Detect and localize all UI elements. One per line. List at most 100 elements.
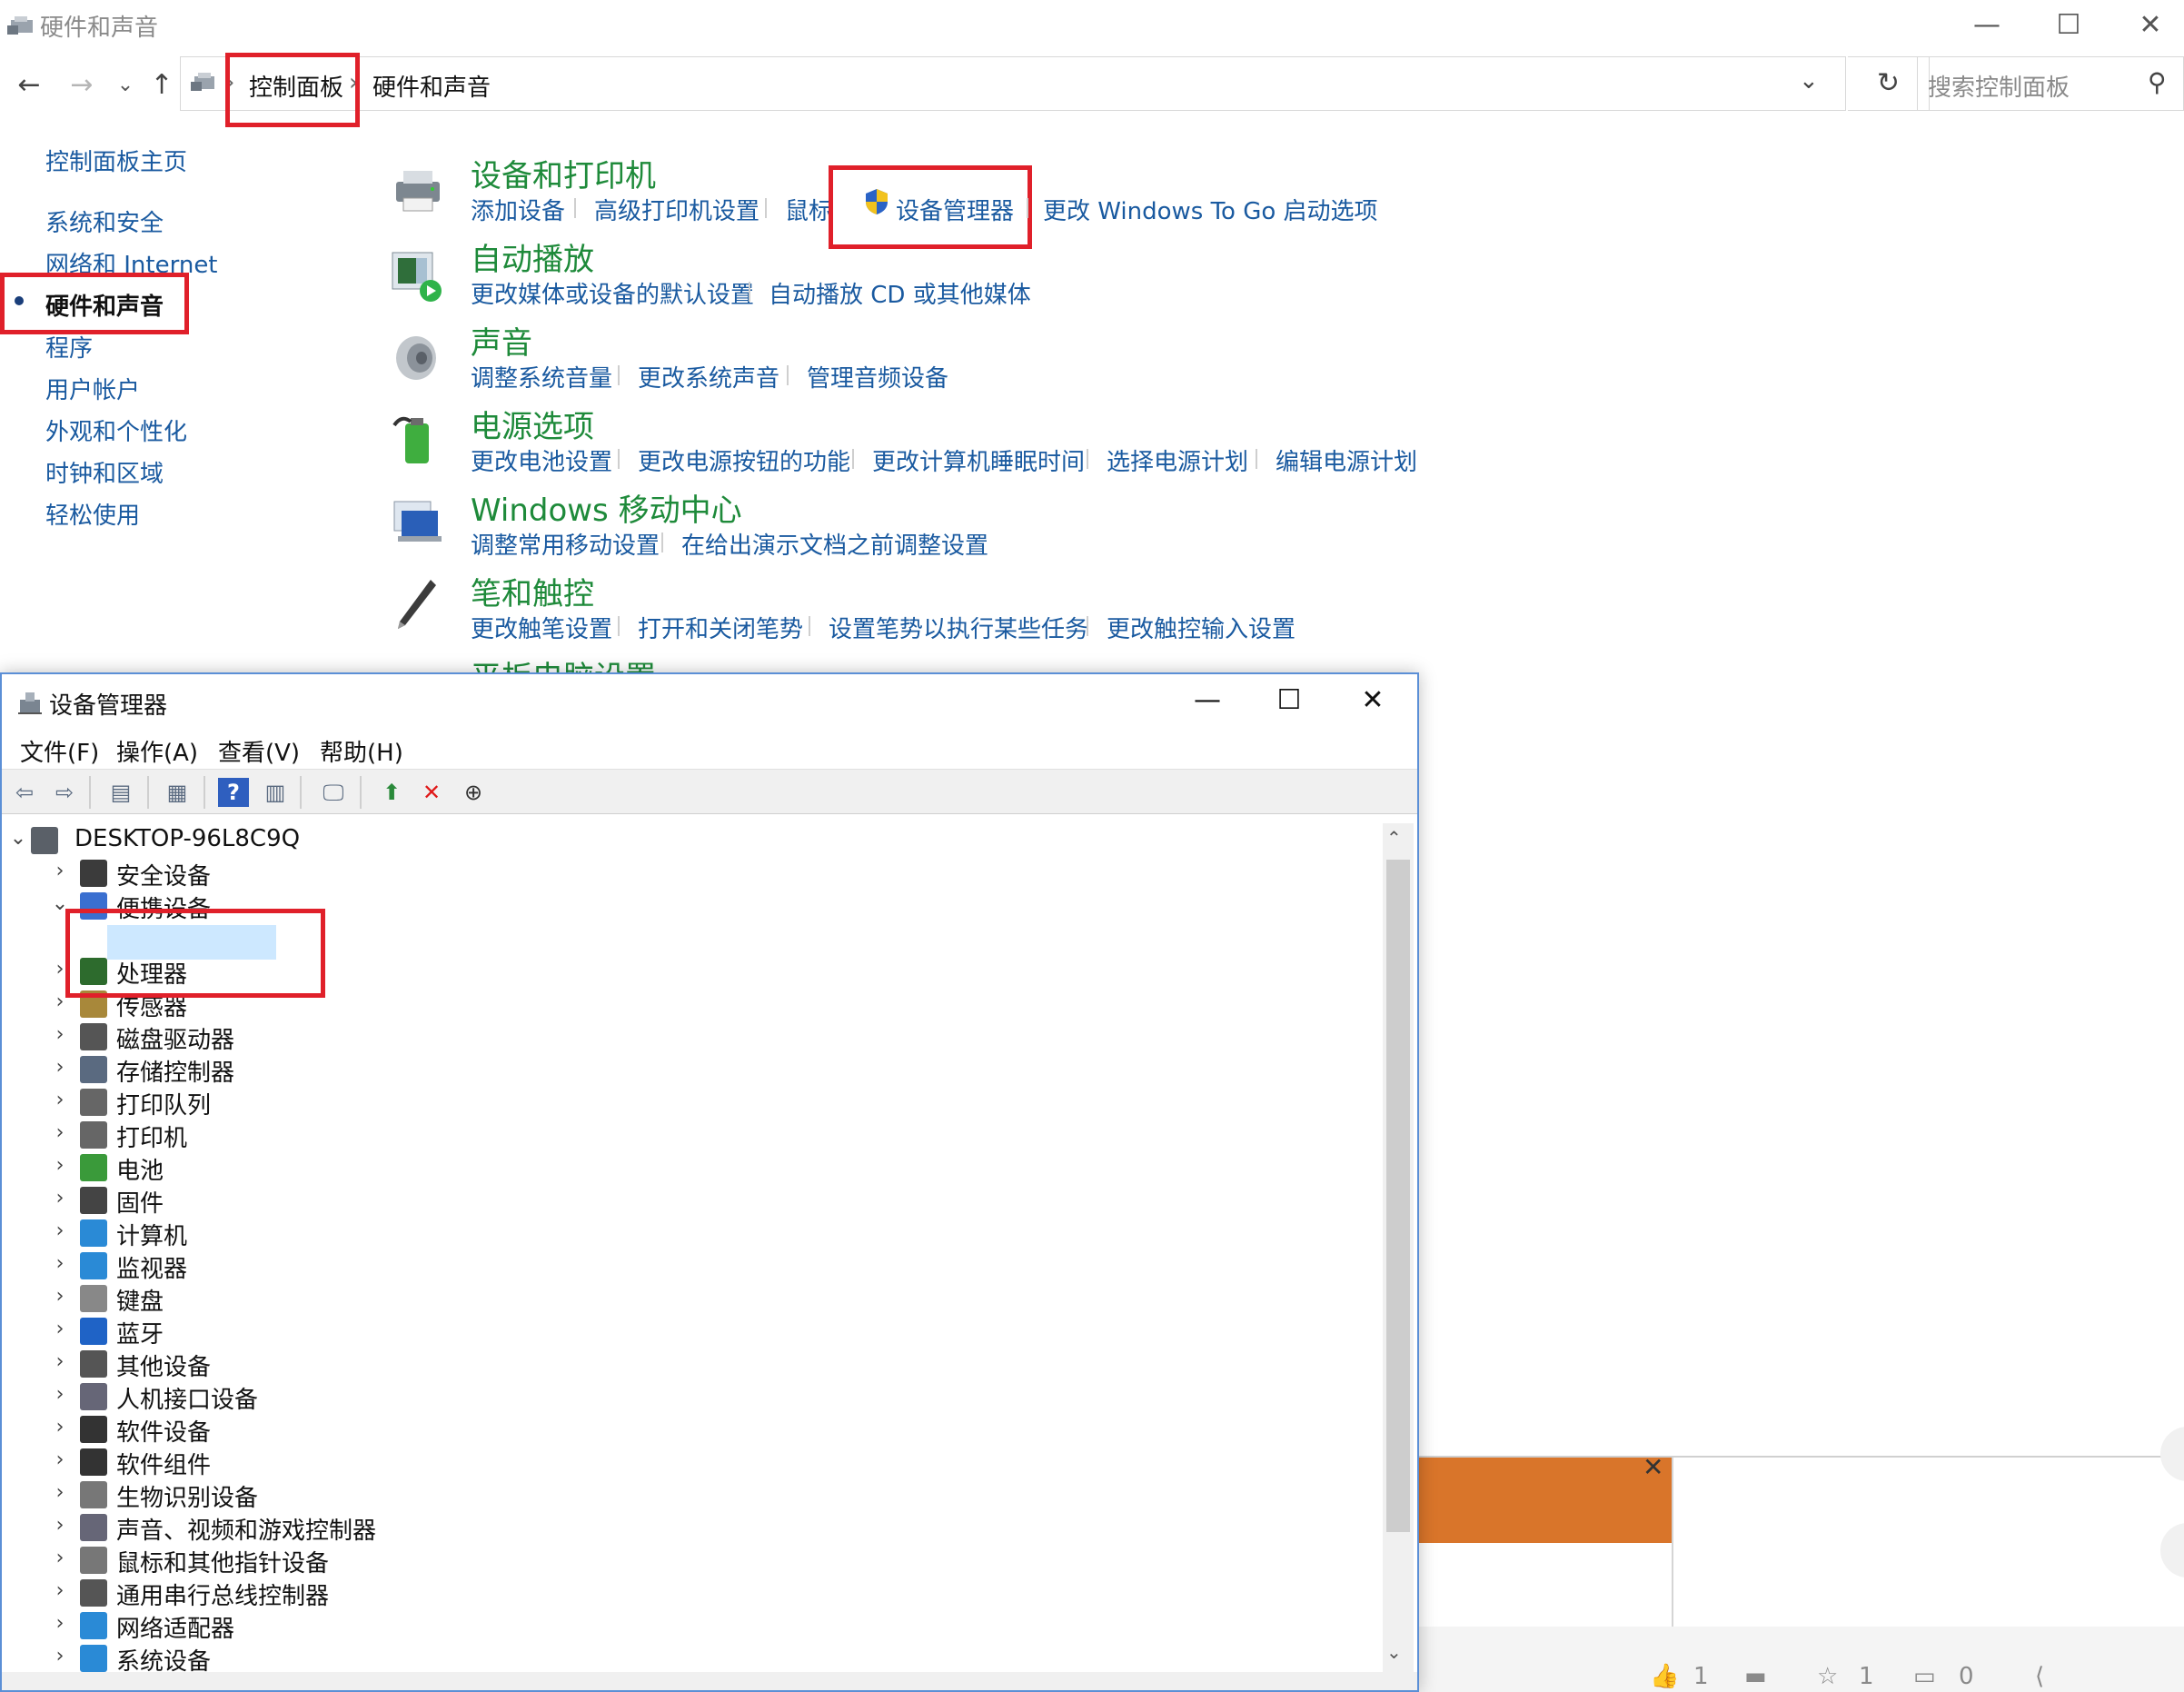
tree-node[interactable]: › 软件组件 <box>4 1445 1366 1479</box>
tree-node[interactable]: › 系统设备 <box>4 1641 1366 1676</box>
link-toggle-gestures[interactable]: 打开和关闭笔势 <box>638 611 803 644</box>
chevron-right-icon[interactable]: › <box>49 1448 71 1471</box>
disable-device-icon[interactable]: ⊕ <box>458 778 489 807</box>
link-windows-to-go[interactable]: 更改 Windows To Go 启动选项 <box>1043 193 1378 226</box>
minimize-button[interactable]: — <box>1946 0 2028 53</box>
tree-node[interactable]: › 计算机 <box>4 1216 1366 1250</box>
star-icon[interactable]: ☆ <box>1817 1663 1838 1690</box>
chevron-right-icon[interactable]: › <box>49 1383 71 1406</box>
share-icon[interactable]: ⟨ <box>2035 1663 2044 1690</box>
recent-locations-button[interactable]: ⌄ <box>107 67 144 104</box>
link-manage-audio-devices[interactable]: 管理音频设备 <box>807 360 948 393</box>
tree-node[interactable]: › 人机接口设备 <box>4 1379 1366 1414</box>
chevron-right-icon[interactable]: › <box>49 1285 71 1308</box>
chevron-right-icon[interactable]: › <box>49 1350 71 1373</box>
category-title-autoplay[interactable]: 自动播放 <box>471 234 594 279</box>
chevron-down-icon[interactable]: ⌄ <box>7 827 29 850</box>
chevron-right-icon[interactable]: › <box>49 860 71 882</box>
tree-node[interactable]: › 软件设备 <box>4 1412 1366 1447</box>
chevron-down-icon[interactable]: ⌄ <box>1799 67 1819 95</box>
link-adjust-volume[interactable]: 调整系统音量 <box>471 360 612 393</box>
tree-node[interactable]: › 固件 <box>4 1183 1366 1218</box>
tree-node[interactable]: › 蓝牙 <box>4 1314 1366 1349</box>
chevron-right-icon[interactable]: › <box>49 1089 71 1111</box>
properties-icon[interactable]: ▦ <box>162 778 193 807</box>
tree-node[interactable]: › 打印队列 <box>4 1085 1366 1120</box>
tree-node[interactable]: › 生物识别设备 <box>4 1478 1366 1512</box>
link-mouse[interactable]: 鼠标 <box>785 193 832 226</box>
category-title-devices-printers[interactable]: 设备和打印机 <box>471 151 656 195</box>
chevron-right-icon[interactable]: › <box>49 1481 71 1504</box>
menu-help[interactable]: 帮助(H) <box>320 734 403 768</box>
tree-node[interactable]: › 监视器 <box>4 1249 1366 1283</box>
scroll-down-icon[interactable]: ⌄ <box>1386 1641 1402 1663</box>
tree-node[interactable]: › 安全设备 <box>4 856 1366 891</box>
horizontal-scrollbar[interactable] <box>2 1672 1417 1690</box>
chevron-right-icon[interactable]: › <box>49 1154 71 1177</box>
maximize-button[interactable]: ☐ <box>2028 0 2110 53</box>
chevron-right-icon[interactable]: › <box>49 1318 71 1340</box>
left-nav-appearance[interactable]: 外观和个性化 <box>45 413 187 447</box>
chevron-right-icon[interactable]: › <box>49 1416 71 1438</box>
link-add-device[interactable]: 添加设备 <box>471 193 565 226</box>
menu-action[interactable]: 操作(A) <box>116 734 198 768</box>
forward-arrow-icon[interactable]: ⇨ <box>49 778 80 807</box>
tree-node[interactable]: › 打印机 <box>4 1118 1366 1152</box>
category-title-power[interactable]: 电源选项 <box>471 402 594 446</box>
scroll-up-icon[interactable]: ⌃ <box>1386 827 1402 849</box>
close-button[interactable]: ✕ <box>1332 674 1414 729</box>
maximize-button[interactable]: ☐ <box>1248 674 1330 729</box>
chevron-right-icon[interactable]: › <box>49 1612 71 1635</box>
chevron-right-icon[interactable]: › <box>49 1547 71 1569</box>
tree-node[interactable]: › 磁盘驱动器 <box>4 1020 1366 1054</box>
left-nav-clock-region[interactable]: 时钟和区域 <box>45 455 164 489</box>
chevron-right-icon[interactable]: › <box>49 1252 71 1275</box>
link-choose-power-plan[interactable]: 选择电源计划 <box>1107 443 1248 477</box>
up-button[interactable]: ↑ <box>144 67 180 104</box>
link-change-media-defaults[interactable]: 更改媒体或设备的默认设置 <box>471 276 754 310</box>
breadcrumb-hardware-sound[interactable]: 硬件和声音 <box>372 69 491 103</box>
tree-node[interactable]: › 电池 <box>4 1150 1366 1185</box>
tree-node[interactable]: › 通用串行总线控制器 <box>4 1576 1366 1610</box>
link-advanced-printer[interactable]: 高级打印机设置 <box>594 193 759 226</box>
help-icon[interactable]: ? <box>218 778 249 807</box>
left-nav-system-security[interactable]: 系统和安全 <box>45 204 164 238</box>
category-title-pen-touch[interactable]: 笔和触控 <box>471 569 594 613</box>
left-nav-home[interactable]: 控制面板主页 <box>45 144 187 177</box>
uninstall-device-icon[interactable]: ✕ <box>416 778 447 807</box>
chevron-right-icon[interactable]: › <box>49 1187 71 1209</box>
link-sleep-time[interactable]: 更改计算机睡眠时间 <box>872 443 1085 477</box>
link-change-system-sounds[interactable]: 更改系统声音 <box>638 360 779 393</box>
left-nav-ease-of-access[interactable]: 轻松使用 <box>45 497 140 531</box>
update-driver-icon[interactable]: ⬆ <box>376 778 407 807</box>
link-power-button[interactable]: 更改电源按钮的功能 <box>638 443 850 477</box>
link-pen-settings[interactable]: 更改触笔设置 <box>471 611 612 644</box>
search-icon[interactable]: ⚲ <box>2148 67 2167 97</box>
back-button[interactable]: ← <box>11 67 47 104</box>
link-edit-power-plan[interactable]: 编辑电源计划 <box>1276 443 1417 477</box>
tree-node[interactable]: › 声音、视频和游戏控制器 <box>4 1510 1366 1545</box>
menu-view[interactable]: 查看(V) <box>218 734 300 768</box>
tree-node[interactable]: › 网络适配器 <box>4 1608 1366 1643</box>
like-icon[interactable]: 👍 <box>1650 1663 1679 1690</box>
link-gesture-tasks[interactable]: 设置笔势以执行某些任务 <box>829 611 1088 644</box>
chevron-right-icon[interactable]: › <box>49 1514 71 1537</box>
tree-node[interactable]: › 鼠标和其他指针设备 <box>4 1543 1366 1578</box>
tree-node[interactable]: › 存储控制器 <box>4 1052 1366 1087</box>
menu-file[interactable]: 文件(F) <box>20 734 99 768</box>
link-battery-settings[interactable]: 更改电池设置 <box>471 443 612 477</box>
link-touch-input[interactable]: 更改触控输入设置 <box>1107 611 1296 644</box>
scrollbar-thumb[interactable] <box>1386 860 1410 1532</box>
close-button[interactable]: ✕ <box>2110 0 2184 53</box>
link-autoplay-cd[interactable]: 自动播放 CD 或其他媒体 <box>769 276 1031 310</box>
show-hide-console-tree-icon[interactable]: ▤ <box>105 778 136 807</box>
chevron-right-icon[interactable]: › <box>49 1219 71 1242</box>
category-title-sound[interactable]: 声音 <box>471 318 532 363</box>
message-icon[interactable]: ▭ <box>1913 1663 1936 1690</box>
tree-node[interactable]: › 键盘 <box>4 1281 1366 1316</box>
chevron-right-icon[interactable]: › <box>49 1579 71 1602</box>
comment-icon[interactable]: ▬ <box>1744 1663 1767 1690</box>
back-arrow-icon[interactable]: ⇦ <box>9 778 40 807</box>
left-nav-user-accounts[interactable]: 用户帐户 <box>45 372 140 405</box>
chevron-right-icon[interactable]: › <box>49 1023 71 1046</box>
